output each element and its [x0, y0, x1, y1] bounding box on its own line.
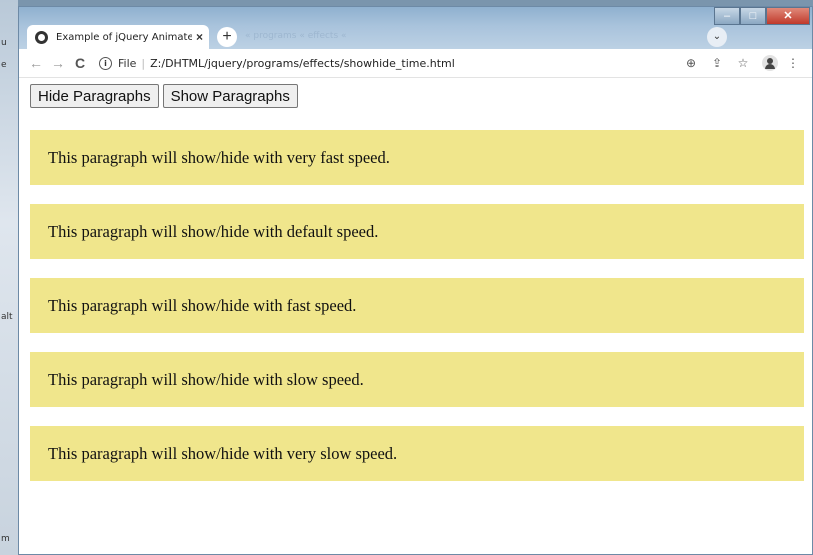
share-icon[interactable]: ⇪ [706, 56, 728, 70]
page-content: Hide Paragraphs Show Paragraphs This par… [19, 78, 812, 481]
forward-arrow-icon[interactable]: → [47, 55, 69, 71]
window-controls: – □ ✕ [714, 7, 810, 25]
url-text: Z:/DHTML/jquery/programs/effects/showhid… [150, 56, 455, 70]
profile-avatar-icon[interactable] [762, 55, 778, 71]
close-window-button[interactable]: ✕ [766, 7, 810, 25]
bookmark-star-icon[interactable]: ☆ [732, 56, 754, 70]
info-icon[interactable]: i [99, 56, 112, 70]
close-tab-icon[interactable]: × [196, 30, 203, 44]
desktop-edge-text: alt [1, 312, 13, 322]
browser-tab[interactable]: Example of jQuery Animated Sho × [27, 25, 209, 49]
scheme-label: File [118, 56, 137, 70]
paragraph-fast: This paragraph will show/hide with fast … [30, 278, 804, 333]
desktop-edge: u e alt m [0, 0, 18, 555]
address-separator: | [141, 56, 146, 70]
button-row: Hide Paragraphs Show Paragraphs [30, 84, 812, 108]
tab-title: Example of jQuery Animated Sho [56, 31, 192, 43]
desktop-edge-text: e [1, 60, 7, 70]
reload-icon[interactable]: C [69, 55, 91, 71]
new-tab-button[interactable]: + [217, 27, 237, 47]
back-arrow-icon[interactable]: ← [25, 55, 47, 71]
paragraph-default: This paragraph will show/hide with defau… [30, 204, 804, 259]
maximize-button[interactable]: □ [740, 7, 766, 25]
zoom-icon[interactable]: ⊕ [680, 56, 702, 70]
show-paragraphs-button[interactable]: Show Paragraphs [162, 84, 298, 108]
paragraph-very-fast: This paragraph will show/hide with very … [30, 130, 804, 185]
tab-search-button[interactable]: ⌄ [707, 27, 727, 47]
desktop-edge-text: m [1, 534, 10, 544]
paragraph-very-slow: This paragraph will show/hide with very … [30, 426, 804, 481]
browser-toolbar: ← → C i File | Z:/DHTML/jquery/programs/… [19, 49, 812, 78]
menu-kebab-icon[interactable]: ⋮ [782, 56, 804, 70]
desktop-edge-text: u [1, 38, 7, 48]
browser-window: Example of jQuery Animated Sho × + « pro… [18, 6, 813, 555]
minimize-button[interactable]: – [714, 7, 740, 25]
globe-icon [35, 30, 48, 44]
toolbar-icons: ⊕ ⇪ ☆ ⋮ [676, 55, 804, 71]
hide-paragraphs-button[interactable]: Hide Paragraphs [30, 84, 159, 108]
background-ghost-text: « programs « effects « [245, 31, 347, 41]
address-bar[interactable]: i File | Z:/DHTML/jquery/programs/effect… [99, 56, 676, 70]
title-bar: Example of jQuery Animated Sho × + « pro… [19, 7, 812, 49]
paragraph-slow: This paragraph will show/hide with slow … [30, 352, 804, 407]
